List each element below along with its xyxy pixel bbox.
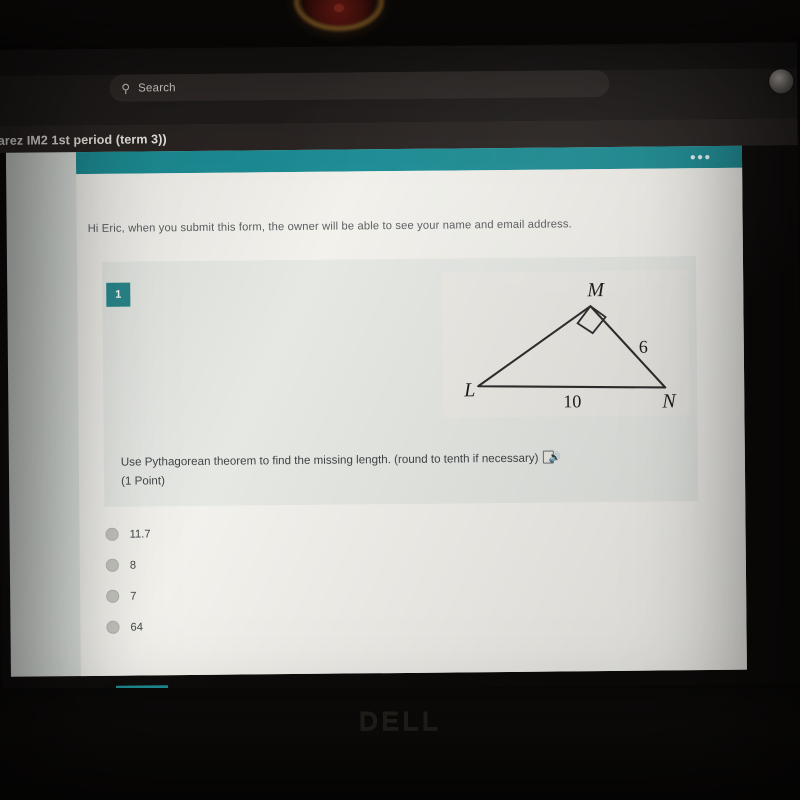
search-icon: ⚲ xyxy=(121,81,131,96)
option-row[interactable]: 64 xyxy=(106,609,406,643)
radio-button[interactable] xyxy=(105,527,119,541)
decorative-sticker xyxy=(302,0,376,26)
question-text-wrapper: Use Pythagorean theorem to find the miss… xyxy=(121,449,641,491)
vertex-label-L: L xyxy=(463,379,475,401)
search-placeholder: Search xyxy=(138,81,176,95)
question-number-badge: 1 xyxy=(106,282,131,307)
triangle-svg: L M N 6 10 xyxy=(463,279,677,412)
question-text: Use Pythagorean theorem to find the miss… xyxy=(120,451,539,469)
option-row[interactable]: 8 xyxy=(105,547,406,581)
option-label: 7 xyxy=(130,590,137,603)
question-points: (1 Point) xyxy=(121,473,165,488)
vertex-label-M: M xyxy=(586,279,605,301)
search-input[interactable]: ⚲ Search xyxy=(109,69,610,102)
question-image-triangle: L M N 6 10 xyxy=(442,270,690,418)
radio-button[interactable] xyxy=(106,589,120,603)
page-title: arez IM2 1st period (term 3)) xyxy=(0,132,167,148)
reader-speaker-shape: 🔊 xyxy=(548,452,561,464)
radio-button[interactable] xyxy=(105,558,119,572)
vertex-label-N: N xyxy=(661,390,677,412)
option-row[interactable]: 7 xyxy=(106,578,406,612)
sticker-nose xyxy=(334,4,344,12)
immersive-reader-icon[interactable]: 🔊 xyxy=(542,450,561,464)
triangle-outline xyxy=(477,305,667,389)
side-label-6: 6 xyxy=(639,337,648,357)
laptop-bezel-bottom xyxy=(0,688,800,800)
photo-of-laptop-screen: ⚲ Search arez IM2 1st period (term 3)) •… xyxy=(0,0,800,800)
avatar[interactable] xyxy=(769,69,794,94)
option-label: 64 xyxy=(130,620,143,634)
option-label: 8 xyxy=(129,559,137,572)
overflow-menu-icon[interactable]: ••• xyxy=(690,148,712,165)
option-row[interactable]: 11.7 xyxy=(105,516,405,550)
option-label: 11.7 xyxy=(129,527,151,541)
radio-button[interactable] xyxy=(106,620,120,634)
laptop-screen: ⚲ Search arez IM2 1st period (term 3)) •… xyxy=(0,42,800,692)
dell-logo: DELL xyxy=(358,706,442,736)
side-label-10: 10 xyxy=(563,391,581,411)
answer-options: 11.7 8 7 64 xyxy=(105,516,406,643)
